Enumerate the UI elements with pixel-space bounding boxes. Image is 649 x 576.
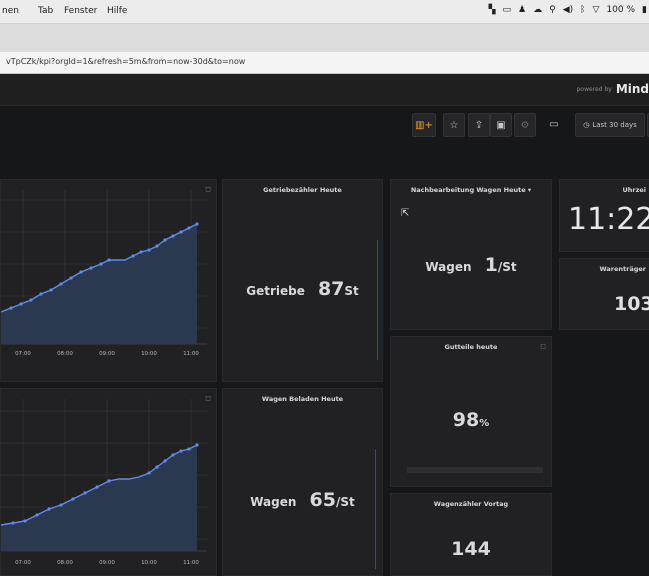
stat-label: Wagen bbox=[425, 260, 472, 274]
graph-panel-bottom: ◻ 07:00 08:00 09:00 10:00 11:00 bbox=[0, 388, 217, 576]
graph-bottom-xtick-4: 11:00 bbox=[183, 560, 199, 566]
panel-wagen-vortag: Wagenzähler Vortag 144 bbox=[390, 493, 552, 576]
singlestat-nacharbeit: Wagen 1/St bbox=[391, 254, 551, 276]
star-icon: ☆ bbox=[449, 119, 459, 131]
stat-unit: St bbox=[344, 284, 359, 298]
url-text[interactable]: vTpCZk/kpi?orgId=1&refresh=5m&from=now-3… bbox=[6, 57, 245, 66]
graph-bottom-xtick-0: 07:00 bbox=[15, 560, 31, 566]
tv-mode-button[interactable]: ▭ bbox=[544, 113, 564, 135]
menu-item-fenster[interactable]: Fenster bbox=[64, 6, 97, 16]
brand-name: Mind bbox=[615, 82, 649, 96]
volume-icon[interactable]: ◀) bbox=[563, 5, 573, 15]
graph-top-xtick-3: 10:00 bbox=[141, 351, 157, 357]
share-icon: ⇪ bbox=[474, 119, 484, 131]
mac-menu-bar: nen Tab Fenster Hilfe ▚ ▭ ♟ ☁ ⚲ ◀) ᛒ ▽ 1… bbox=[0, 0, 649, 24]
panel-title: Warenträger bbox=[599, 265, 646, 273]
graph-panel-top: ◻ 07:00 08:00 09:00 10:00 11:00 bbox=[0, 179, 217, 382]
graph-top-xtick-0: 07:00 bbox=[15, 351, 31, 357]
graph-bottom-xtick-2: 09:00 bbox=[99, 560, 115, 566]
singlestat-getriebe: Getriebe 87St bbox=[223, 278, 382, 300]
wifi-icon[interactable]: ▽ bbox=[593, 5, 600, 15]
sparkline-edge bbox=[375, 449, 376, 569]
display-icon[interactable]: ▭ bbox=[503, 5, 512, 15]
monitor-icon: ▭ bbox=[549, 118, 559, 130]
panel-title: Wagenzähler Vortag bbox=[433, 500, 509, 508]
panel-nachbearbeitung: Nachbearbeitung Wagen Heute ▾ ⇱ Wagen 1/… bbox=[390, 179, 552, 330]
cloud-icon[interactable]: ☁ bbox=[533, 5, 542, 15]
panel-title-text: Nachbearbeitung Wagen Heute bbox=[410, 186, 526, 194]
singlestat-wagen-vortag: 144 bbox=[391, 538, 551, 560]
stat-unit: /St bbox=[497, 260, 517, 274]
menu-status-area: ▚ ▭ ♟ ☁ ⚲ ◀) ᛒ ▽ 100 % ▮ bbox=[489, 5, 647, 15]
panel-title: Uhrzei bbox=[622, 186, 646, 194]
battery-text: 100 % bbox=[606, 5, 636, 15]
stat-unit: % bbox=[479, 418, 490, 429]
menu-item-tab[interactable]: Tab bbox=[38, 6, 53, 16]
time-range-label: Last 30 days bbox=[592, 121, 637, 129]
singlestat-gutteile: 98% bbox=[391, 409, 551, 431]
address-bar[interactable]: vTpCZk/kpi?orgId=1&refresh=5m&from=now-3… bbox=[0, 52, 649, 74]
graph-bottom-xtick-1: 08:00 bbox=[57, 560, 73, 566]
clock-icon: ◷ bbox=[583, 121, 590, 129]
mouse-cursor-icon: ⇱ bbox=[401, 208, 410, 219]
brand-area: powered by Mind bbox=[577, 82, 649, 96]
star-button[interactable]: ☆ bbox=[443, 113, 465, 137]
stat-unit: /St bbox=[335, 495, 355, 509]
caret-down-icon[interactable]: ▾ bbox=[528, 186, 531, 194]
graph-top-xtick-2: 09:00 bbox=[99, 351, 115, 357]
clock-value: 11:22 bbox=[568, 202, 649, 237]
menu-item-hilfe[interactable]: Hilfe bbox=[107, 6, 127, 16]
sparkline bbox=[407, 467, 543, 473]
graph-top-xtick-1: 08:00 bbox=[57, 351, 73, 357]
graph-bottom-xtick-3: 10:00 bbox=[141, 560, 157, 566]
stat-value: 65 bbox=[309, 489, 336, 511]
panel-title: Gutteile heute bbox=[444, 343, 498, 351]
singlestat-wagen-beladen: Wagen 65/St bbox=[223, 489, 382, 511]
add-panel-icon: ▥+ bbox=[415, 119, 433, 131]
dashboard-top-bar: powered by Mind bbox=[0, 74, 649, 106]
time-range-picker[interactable]: ◷ Last 30 days bbox=[575, 113, 645, 137]
panel-uhrzeit: Uhrzei 11:22 bbox=[559, 179, 649, 252]
stat-value: 1034 bbox=[614, 293, 649, 315]
stat-value: 98 bbox=[452, 409, 480, 431]
search-icon[interactable]: ⚲ bbox=[549, 5, 556, 15]
graph-top-area bbox=[1, 224, 197, 344]
stat-value: 87 bbox=[317, 278, 345, 300]
sparkline-edge bbox=[377, 240, 378, 360]
save-icon: ▣ bbox=[496, 119, 506, 131]
settings-button[interactable]: ⚙ bbox=[514, 113, 536, 137]
graph-top-chart: 07:00 08:00 09:00 10:00 11:00 bbox=[1, 190, 207, 357]
battery-icon[interactable]: ▮ bbox=[642, 5, 647, 15]
panel-wagen-beladen: Wagen Beladen Heute Wagen 65/St bbox=[222, 388, 383, 576]
stat-label: Wagen bbox=[250, 495, 297, 509]
save-button[interactable]: ▣ bbox=[490, 113, 512, 137]
dashboard-toolbar: ▥+ ☆ ⇪ ▣ ⚙ ▭ ◷ Last 30 days bbox=[0, 106, 649, 178]
app-grid-icon[interactable]: ▚ bbox=[489, 5, 496, 15]
panel-warentraeger: Warenträger 1034 bbox=[559, 258, 649, 330]
panel-gutteile: Gutteile heute ◻ 98% bbox=[390, 336, 552, 487]
bluetooth-icon[interactable]: ᛒ bbox=[580, 5, 585, 15]
graph-top-xtick-4: 11:00 bbox=[183, 351, 199, 357]
panel-getriebe-heute: Getriebezähler Heute Getriebe 87St bbox=[222, 179, 383, 382]
share-button[interactable]: ⇪ bbox=[468, 113, 490, 137]
powered-by-text: powered by bbox=[576, 85, 612, 93]
graph-bottom-chart: 07:00 08:00 09:00 10:00 11:00 bbox=[1, 399, 207, 566]
browser-tab-strip bbox=[0, 24, 649, 52]
menu-item-partial[interactable]: nen bbox=[2, 6, 19, 16]
panel-title: Wagen Beladen Heute bbox=[261, 395, 344, 403]
user-icon[interactable]: ♟ bbox=[518, 5, 526, 15]
stat-label: Getriebe bbox=[246, 284, 305, 298]
stat-value: 144 bbox=[451, 538, 491, 560]
panel-title: Getriebezähler Heute bbox=[263, 186, 342, 194]
gear-icon: ⚙ bbox=[520, 119, 530, 131]
add-panel-button[interactable]: ▥+ bbox=[412, 113, 436, 137]
stat-value: 1 bbox=[484, 254, 498, 276]
panel-info-icon[interactable]: ◻ bbox=[540, 342, 546, 350]
graph-bottom-area bbox=[1, 445, 197, 551]
panel-title[interactable]: Nachbearbeitung Wagen Heute ▾ bbox=[391, 186, 551, 194]
